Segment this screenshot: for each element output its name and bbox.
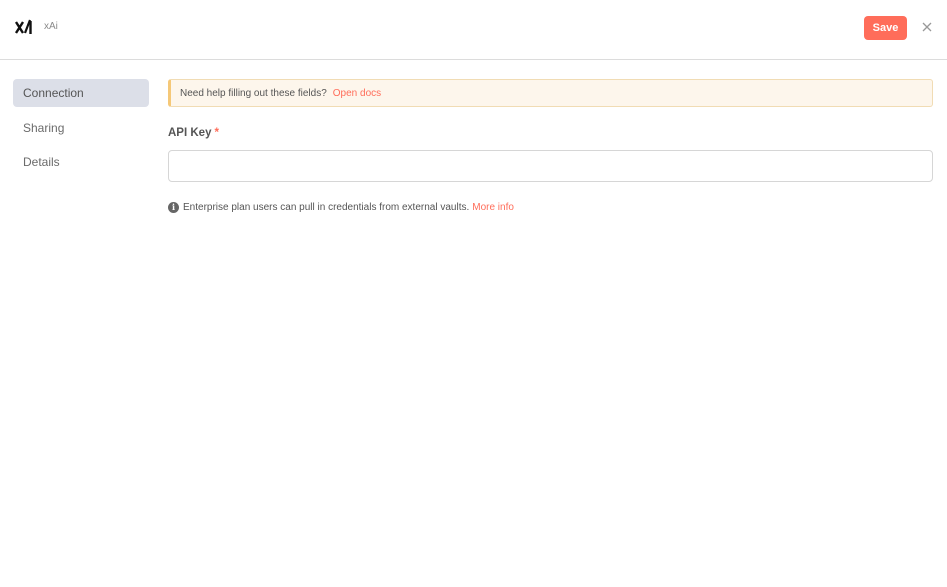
sidebar-item-label: Details — [23, 155, 60, 169]
hint-text: Enterprise plan users can pull in creden… — [183, 201, 470, 213]
required-marker: * — [214, 127, 219, 139]
sidebar-item-sharing[interactable]: Sharing — [13, 114, 149, 142]
notice-text: Need help filling out these fields? — [180, 87, 327, 99]
close-icon[interactable] — [919, 19, 935, 35]
more-info-link[interactable]: More info — [472, 202, 514, 213]
save-button[interactable]: Save — [864, 16, 907, 40]
help-notice: Need help filling out these fields? Open… — [168, 79, 933, 107]
app-title: xAi — [44, 21, 58, 32]
api-key-label-text: API Key — [168, 127, 212, 139]
settings-sidebar: Connection Sharing Details — [13, 79, 149, 183]
vault-hint: i Enterprise plan users can pull in cred… — [168, 200, 514, 214]
sidebar-item-label: Connection — [23, 86, 84, 100]
modal-header: xAi Save — [0, 0, 947, 60]
sidebar-item-details[interactable]: Details — [13, 148, 149, 176]
sidebar-item-connection[interactable]: Connection — [13, 79, 149, 107]
sidebar-item-label: Sharing — [23, 120, 65, 135]
api-key-input[interactable] — [168, 150, 933, 182]
xai-logo-icon — [14, 17, 34, 37]
api-key-label: API Key * — [168, 127, 219, 139]
open-docs-link[interactable]: Open docs — [333, 88, 381, 99]
info-icon: i — [168, 201, 179, 213]
